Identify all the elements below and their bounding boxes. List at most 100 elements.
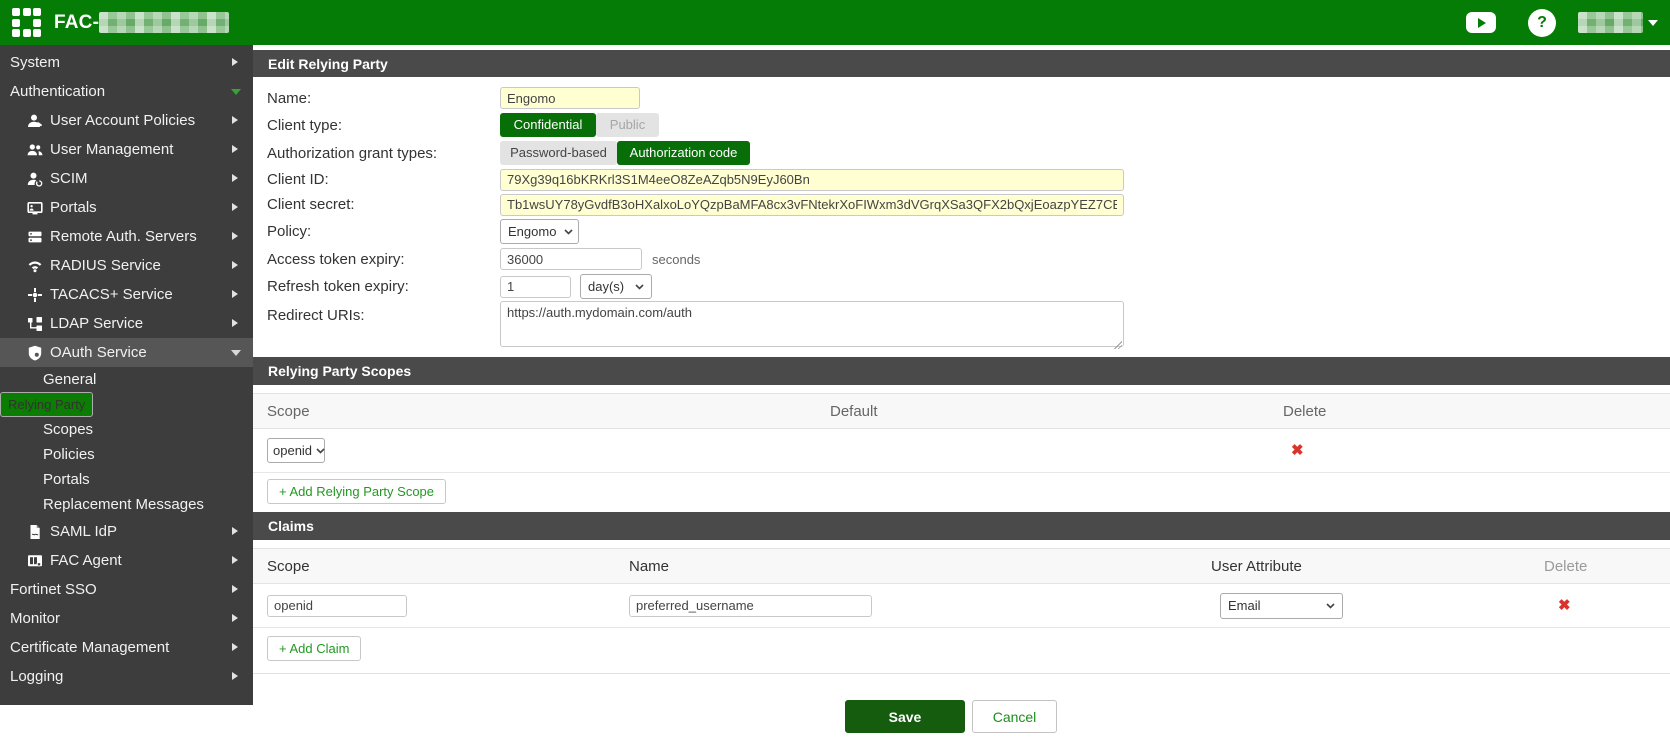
expand-arrow-icon (232, 203, 238, 211)
chevron-down-icon (1648, 20, 1658, 26)
chevron-down-icon (1326, 603, 1335, 609)
sidebar-item-oauth-general[interactable]: General (0, 367, 253, 392)
sidebar-item-relying-party[interactable]: Relying Party (0, 392, 93, 417)
claim-scope-input[interactable] (267, 595, 407, 617)
sidebar-item-fac-agent[interactable]: FAC Agent (0, 546, 253, 575)
client-id-label: Client ID: (253, 171, 500, 188)
form-actions: Save Cancel (253, 673, 1670, 733)
refresh-token-unit-select[interactable]: day(s) (580, 274, 652, 299)
grant-types-label: Authorization grant types: (253, 145, 500, 162)
refresh-token-label: Refresh token expiry: (253, 278, 500, 295)
username-redacted (1578, 12, 1643, 33)
sidebar-item-scim[interactable]: SCIM (0, 164, 253, 193)
client-secret-row: Client secret: (253, 192, 1670, 217)
sidebar-item-user-management[interactable]: User Management (0, 135, 253, 164)
access-token-row: Access token expiry: seconds (253, 246, 1670, 272)
name-input[interactable] (500, 87, 640, 109)
expand-arrow-icon (232, 643, 238, 651)
scope-select[interactable]: openid (267, 438, 325, 463)
access-token-label: Access token expiry: (253, 251, 500, 268)
client-type-public-button[interactable]: Public (596, 113, 659, 137)
redirect-uris-row: Redirect URIs: https://auth.mydomain.com… (253, 301, 1670, 353)
expand-arrow-icon (232, 585, 238, 593)
scopes-table-header: Scope Default Delete (253, 393, 1670, 429)
expand-arrow-icon (232, 232, 238, 240)
resize-handle[interactable] (1113, 340, 1122, 349)
sidebar-item-oauth-service[interactable]: OAuth Service (0, 338, 253, 367)
grant-password-button[interactable]: Password-based (500, 141, 617, 165)
expand-arrow-icon (232, 290, 238, 298)
add-relying-party-scope-button[interactable]: + Add Relying Party Scope (267, 479, 446, 504)
sidebar-item-logging[interactable]: Logging (0, 662, 253, 691)
claim-name-column-header: Name (629, 558, 1211, 575)
sidebar-item-fortinet-sso[interactable]: Fortinet SSO (0, 575, 253, 604)
user-policy-icon (26, 113, 43, 129)
redirect-uris-textarea[interactable]: https://auth.mydomain.com/auth (500, 301, 1124, 347)
apps-grid-icon[interactable] (12, 8, 41, 37)
expand-arrow-icon (232, 556, 238, 564)
sidebar-item-authentication[interactable]: Authentication (0, 77, 253, 106)
sidebar-item-oauth-scopes[interactable]: Scopes (0, 417, 253, 442)
sidebar-item-remote-auth-servers[interactable]: Remote Auth. Servers (0, 222, 253, 251)
sidebar-item-saml-idp[interactable]: SAML IdP (0, 517, 253, 546)
sidebar-item-radius-service[interactable]: RADIUS Service (0, 251, 253, 280)
refresh-token-input[interactable] (500, 276, 571, 298)
claim-name-input[interactable] (629, 595, 872, 617)
sidebar-item-oauth-policies[interactable]: Policies (0, 442, 253, 467)
help-button[interactable]: ? (1528, 9, 1556, 37)
video-tutorial-button[interactable] (1466, 12, 1496, 33)
hostname-redacted (99, 12, 229, 33)
sidebar: System Authentication User Account Polic… (0, 45, 253, 705)
claim-scope-column-header: Scope (253, 558, 629, 575)
main-content: Edit Relying Party Name: Client type: Co… (253, 45, 1670, 747)
sidebar-item-ldap-service[interactable]: LDAP Service (0, 309, 253, 338)
claim-table-row: Email ✖ (253, 584, 1670, 628)
client-type-confidential-button[interactable]: Confidential (500, 113, 596, 137)
agent-window-icon (26, 553, 43, 569)
save-button[interactable]: Save (845, 700, 965, 733)
policy-select[interactable]: Engomo (500, 219, 579, 244)
name-label: Name: (253, 90, 500, 107)
sidebar-item-certificate-management[interactable]: Certificate Management (0, 633, 253, 662)
delete-row-button[interactable]: ✖ (1291, 441, 1304, 459)
client-secret-label: Client secret: (253, 196, 500, 213)
expand-arrow-icon (232, 174, 238, 182)
collapse-caret-icon (231, 89, 241, 95)
sidebar-item-portals[interactable]: Portals (0, 193, 253, 222)
expand-arrow-icon (232, 261, 238, 269)
sidebar-item-tacacs-service[interactable]: TACACS+ Service (0, 280, 253, 309)
client-id-row: Client ID: (253, 167, 1670, 192)
account-menu[interactable] (1578, 12, 1658, 33)
grant-types-row: Authorization grant types: Password-base… (253, 139, 1670, 167)
scopes-section-title: Relying Party Scopes (253, 357, 1670, 385)
scope-table-row: openid ✖ (253, 429, 1670, 473)
client-id-input[interactable] (500, 169, 1124, 191)
sidebar-item-oauth-portals[interactable]: Portals (0, 467, 253, 492)
sidebar-item-replacement-messages[interactable]: Replacement Messages (0, 492, 253, 517)
top-bar: FAC- ? (0, 0, 1670, 45)
delete-row-button[interactable]: ✖ (1558, 596, 1571, 614)
claims-section-title: Claims (253, 512, 1670, 540)
claim-user-attribute-select[interactable]: Email (1220, 593, 1343, 619)
cancel-button[interactable]: Cancel (972, 700, 1057, 733)
claim-user-attribute-column-header: User Attribute (1211, 558, 1544, 575)
sidebar-item-system[interactable]: System (0, 48, 253, 77)
play-icon (1478, 18, 1486, 28)
grant-authcode-button[interactable]: Authorization code (617, 141, 750, 165)
expand-arrow-icon (232, 672, 238, 680)
seconds-suffix: seconds (652, 252, 700, 267)
policy-row: Policy: Engomo (253, 217, 1670, 246)
document-icon (26, 524, 43, 540)
client-secret-input[interactable] (500, 194, 1124, 216)
client-type-row: Client type: Confidential Public (253, 111, 1670, 139)
hierarchy-icon (26, 316, 43, 332)
question-mark-icon: ? (1537, 14, 1547, 32)
user-sync-icon (26, 171, 43, 187)
claims-table-header: Scope Name User Attribute Delete (253, 548, 1670, 584)
portal-screen-icon (26, 200, 43, 216)
sidebar-item-user-account-policies[interactable]: User Account Policies (0, 106, 253, 135)
sidebar-item-monitor[interactable]: Monitor (0, 604, 253, 633)
collapse-caret-icon (231, 350, 241, 356)
add-claim-button[interactable]: + Add Claim (267, 636, 361, 661)
access-token-input[interactable] (500, 248, 642, 270)
